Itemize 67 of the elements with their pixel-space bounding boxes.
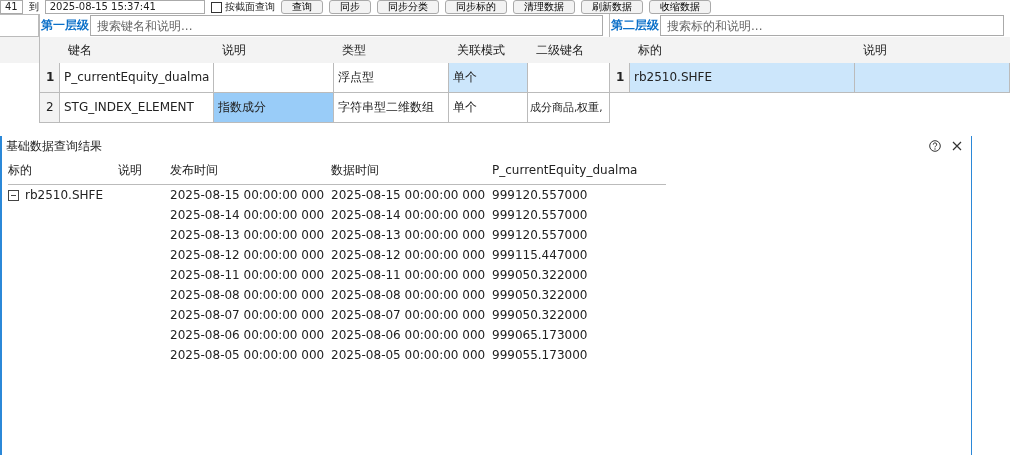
to-label: 到 — [28, 0, 39, 14]
table-cell-text: 2025-08-07 00:00:00 000 — [170, 307, 326, 324]
column-header[interactable]: 标的 — [630, 37, 855, 63]
row-number: 1 — [40, 63, 60, 93]
table-cell-text: 999050.322000 — [492, 307, 589, 324]
table-cell[interactable]: P_currentEquity_dualma — [60, 63, 214, 93]
table-cell-text: 2025-08-12 00:00:00 000 — [331, 247, 487, 264]
checkbox[interactable] — [210, 1, 222, 13]
date-field[interactable]: 41 — [0, 0, 23, 14]
toolbar-button[interactable]: 同步 — [328, 0, 371, 14]
table-cell-text: 2025-08-08 00:00:00 000 — [331, 287, 487, 304]
table-cell-text: 2025-08-15 00:00:00 000 — [331, 187, 487, 204]
table-cell[interactable]: STG_INDEX_ELEMENT — [60, 93, 214, 123]
search-field[interactable]: 搜索键名和说明... — [90, 15, 603, 36]
checkbox-label: 按截面查询 — [224, 0, 275, 14]
table-cell[interactable]: 字符串型二维数组 — [334, 93, 449, 123]
table-cell-text: 2025-08-07 00:00:00 000 — [331, 307, 487, 324]
toolbar-button[interactable]: 查询 — [280, 0, 323, 14]
level-label: 第二层级 — [610, 17, 660, 34]
toolbar-button[interactable]: 刷新数据 — [580, 0, 643, 14]
table-cell-text: 2025-08-08 00:00:00 000 — [170, 287, 326, 304]
table-cell[interactable] — [855, 63, 1010, 93]
table-cell-text: 2025-08-14 00:00:00 000 — [170, 207, 326, 224]
toolbar-button[interactable]: 同步分类 — [376, 0, 439, 14]
column-header[interactable]: 键名 — [60, 37, 214, 63]
table-cell-text: 2025-08-13 00:00:00 000 — [170, 227, 326, 244]
row-number: 2 — [40, 93, 60, 123]
table-cell-text: 999065.173000 — [492, 327, 589, 344]
table-cell-text: 2025-08-05 00:00:00 000 — [331, 347, 487, 364]
table-cell-text: 999055.173000 — [492, 347, 589, 364]
table-cell[interactable]: 浮点型 — [334, 63, 449, 93]
table-cell-text: 999050.322000 — [492, 287, 589, 304]
date-field[interactable]: 2025-08-15 15:37:41 — [44, 0, 205, 14]
table-cell[interactable]: 单个 — [449, 63, 528, 93]
table-cell-text: 2025-08-13 00:00:00 000 — [331, 227, 487, 244]
toolbar-button[interactable]: 清理数据 — [512, 0, 575, 14]
help-icon[interactable] — [927, 138, 943, 154]
tree-item-label[interactable]: rb2510.SHFE — [25, 185, 104, 205]
table-cell-text: 2025-08-11 00:00:00 000 — [331, 267, 487, 284]
search-field[interactable]: 搜索标的和说明... — [660, 15, 1004, 36]
column-header[interactable]: 说明 — [214, 37, 334, 63]
column-header[interactable]: 说明 — [855, 37, 1010, 63]
table-cell-text: 999115.447000 — [492, 247, 589, 264]
table-cell-text: 2025-08-15 00:00:00 000 — [170, 187, 326, 204]
table-cell-text: 999050.322000 — [492, 267, 589, 284]
dialog-title: 基础数据查询结果 — [6, 137, 103, 155]
table-cell-text: 999120.557000 — [492, 187, 589, 204]
table-cell[interactable]: 指数成分 — [214, 93, 334, 123]
table-cell[interactable]: 单个 — [449, 93, 528, 123]
level-label: 第一层级 — [40, 17, 90, 34]
column-header[interactable]: 关联模式 — [449, 37, 528, 63]
table-cell-text: 999120.557000 — [492, 227, 589, 244]
table-cell-text: 2025-08-05 00:00:00 000 — [170, 347, 326, 364]
table-cell[interactable] — [214, 63, 334, 93]
toolbar-button[interactable]: 收缩数据 — [648, 0, 711, 14]
table-cell-text: 2025-08-06 00:00:00 000 — [331, 327, 487, 344]
table-cell-text: 2025-08-11 00:00:00 000 — [170, 267, 326, 284]
column-header[interactable]: 类型 — [334, 37, 449, 63]
collapse-icon[interactable] — [8, 189, 19, 201]
row-number: 1 — [610, 63, 630, 93]
table-cell[interactable]: rb2510.SHFE — [630, 63, 855, 93]
table-cell-text: 2025-08-12 00:00:00 000 — [170, 247, 326, 264]
table-cell-text: 2025-08-14 00:00:00 000 — [331, 207, 487, 224]
table-cell-text: 999120.557000 — [492, 207, 589, 224]
table-cell-text: 2025-08-06 00:00:00 000 — [170, 327, 326, 344]
column-header[interactable]: 二级键名 — [528, 37, 610, 63]
toolbar-button[interactable]: 同步标的 — [444, 0, 507, 14]
